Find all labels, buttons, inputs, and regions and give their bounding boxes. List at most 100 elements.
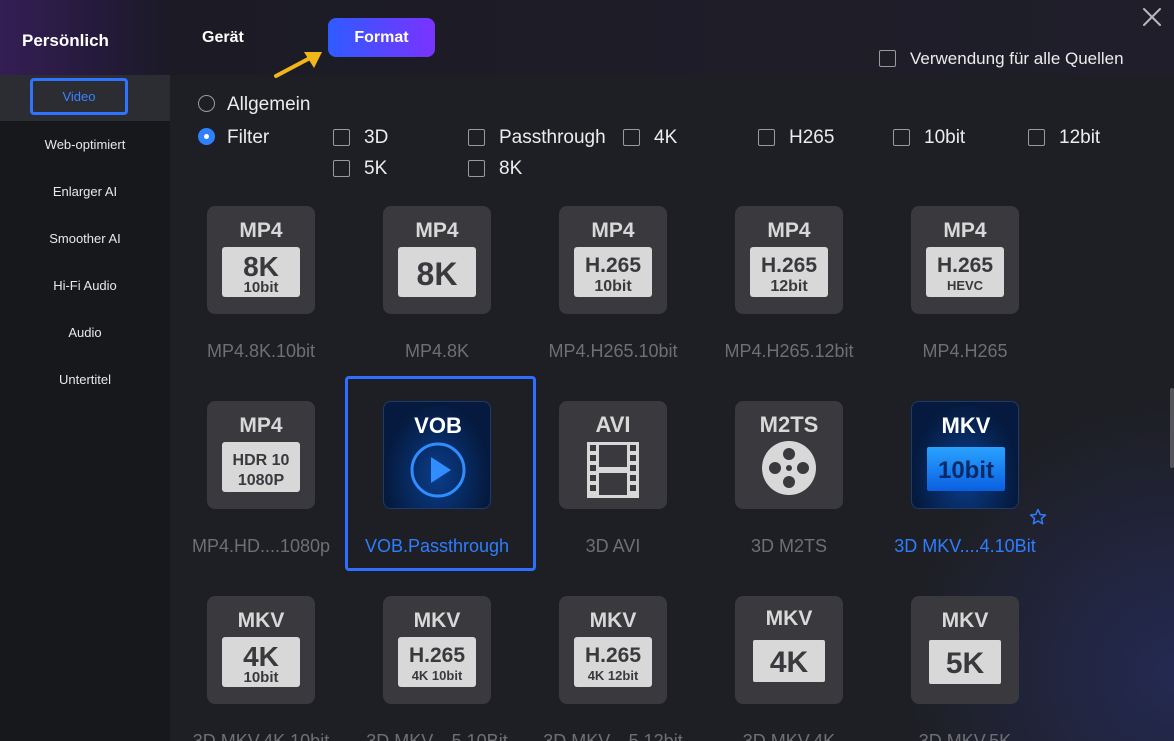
- checkbox-box: [758, 129, 775, 146]
- sidebar-item-video[interactable]: Video: [0, 75, 170, 121]
- format-icon-mp4-8k[interactable]: MP4 8K: [383, 206, 491, 314]
- format-main-text: 4K: [243, 641, 279, 672]
- radio-general-label: Allgemein: [227, 94, 311, 115]
- format-label[interactable]: VOB.Passthrough: [349, 536, 525, 557]
- filter-h265[interactable]: H265: [758, 127, 834, 149]
- format-main-text: H.265: [585, 644, 641, 667]
- format-sub-text: 10bit: [243, 669, 278, 686]
- radio-general[interactable]: Allgemein: [198, 94, 310, 116]
- scrollbar-thumb[interactable]: [1170, 388, 1174, 468]
- format-sub-text: 1080P: [238, 472, 285, 489]
- format-icon-avi[interactable]: AVI: [559, 401, 667, 509]
- format-icon-mp4-hdr10-1080p[interactable]: MP4 HDR 10 1080P: [207, 401, 315, 509]
- format-sub-text: 4K 12bit: [588, 668, 639, 683]
- sidebar-item-subtitles[interactable]: Untertitel: [0, 365, 170, 395]
- filter-label: 4K: [654, 127, 678, 148]
- play-icon: [431, 457, 451, 483]
- format-label[interactable]: 3D MKV.5K: [877, 731, 1053, 741]
- filter-12bit[interactable]: 12bit: [1028, 127, 1100, 149]
- filter-label: 10bit: [924, 127, 966, 148]
- format-label[interactable]: MP4.H265: [877, 341, 1053, 362]
- apply-all-label: Verwendung für alle Quellen: [910, 49, 1124, 68]
- format-type-text: VOB: [414, 413, 462, 438]
- checkbox-box: [893, 129, 910, 146]
- format-icon-mkv-10bit[interactable]: MKV 10bit: [911, 401, 1019, 509]
- format-icon-mp4-h265-12bit[interactable]: MP4 H.265 12bit: [735, 206, 843, 314]
- format-main-text: H.265: [409, 644, 465, 667]
- format-label[interactable]: MP4.H265.12bit: [701, 341, 877, 362]
- format-type-text: MKV: [766, 607, 813, 630]
- radio-filter[interactable]: Filter: [198, 127, 269, 149]
- sidebar-item-web-optimized[interactable]: Web-optimiert: [0, 130, 170, 160]
- format-label[interactable]: MP4.H265.10bit: [525, 341, 701, 362]
- format-label[interactable]: MP4.8K.10bit: [173, 341, 349, 362]
- format-main-text: HDR 10: [233, 452, 290, 469]
- filter-passthrough[interactable]: Passthrough: [468, 127, 606, 149]
- filter-label: 12bit: [1059, 127, 1101, 148]
- favorite-star-icon[interactable]: [1029, 508, 1047, 526]
- format-icon-mp4-h265-hevc[interactable]: MP4 H.265 HEVC: [911, 206, 1019, 314]
- format-icon-vob[interactable]: VOB: [383, 401, 491, 509]
- sidebar-item-hifi-audio[interactable]: Hi-Fi Audio: [0, 271, 170, 301]
- format-icon-mkv-h265-4k-10bit[interactable]: MKV H.265 4K 10bit: [383, 596, 491, 704]
- format-sub-text: HEVC: [947, 278, 984, 293]
- sidebar: Persönlich Video Web-optimiert Enlarger …: [0, 0, 170, 741]
- format-type-text: MP4: [239, 414, 283, 437]
- format-type-text: MP4: [943, 219, 987, 242]
- sidebar-item-audio[interactable]: Audio: [0, 318, 170, 348]
- sidebar-item-enlarger-ai[interactable]: Enlarger AI: [0, 177, 170, 207]
- format-icon-mp4-h265-10bit[interactable]: MP4 H.265 10bit: [559, 206, 667, 314]
- format-label[interactable]: 3D MKV....5.10Bit: [349, 731, 525, 741]
- format-icon-mkv-4k-10bit[interactable]: MKV 4K 10bit: [207, 596, 315, 704]
- format-label[interactable]: 3D MKV.4K.10bit: [173, 731, 349, 741]
- tab-format[interactable]: Format: [328, 18, 435, 57]
- format-icon-m2ts[interactable]: M2TS: [735, 401, 843, 509]
- filter-10bit[interactable]: 10bit: [893, 127, 965, 149]
- format-label[interactable]: 3D MKV....5.12bit: [525, 731, 701, 741]
- format-label[interactable]: MP4.8K: [349, 341, 525, 362]
- format-sub-text: 10bit: [243, 279, 278, 296]
- format-type-text: MKV: [942, 413, 991, 438]
- tab-device[interactable]: Gerät: [202, 29, 244, 47]
- close-icon[interactable]: [1141, 6, 1163, 28]
- checkbox-box: [468, 160, 485, 177]
- format-icon-mkv-5k[interactable]: MKV 5K: [911, 596, 1019, 704]
- filter-8k[interactable]: 8K: [468, 158, 522, 180]
- format-main-text: 10bit: [938, 457, 994, 484]
- sidebar-item-smoother-ai[interactable]: Smoother AI: [0, 224, 170, 254]
- format-main-text: 8K: [417, 256, 458, 292]
- format-sub-text: 12bit: [770, 278, 808, 295]
- format-type-text: MP4: [415, 219, 459, 242]
- checkbox-box: [468, 129, 485, 146]
- format-label[interactable]: 3D MKV....4.10Bit: [877, 536, 1053, 557]
- format-type-text: MKV: [238, 609, 285, 632]
- sidebar-title: Persönlich: [22, 31, 109, 50]
- format-type-text: MKV: [942, 609, 989, 632]
- arrow-pointer-icon: [274, 52, 322, 78]
- checkbox-box: [623, 129, 640, 146]
- apply-all-sources-checkbox[interactable]: Verwendung für alle Quellen: [879, 49, 1124, 69]
- sidebar-item-label: Video: [30, 78, 128, 115]
- format-icon-mkv-h265-4k-12bit[interactable]: MKV H.265 4K 12bit: [559, 596, 667, 704]
- filter-3d[interactable]: 3D: [333, 127, 388, 149]
- sidebar-header: Persönlich: [0, 0, 170, 75]
- checkbox-box: [333, 160, 350, 177]
- filter-label: 5K: [364, 158, 388, 179]
- format-label[interactable]: 3D AVI: [525, 536, 701, 557]
- format-sub-text: 4K 10bit: [412, 668, 463, 683]
- format-icon-mkv-4k[interactable]: MKV 4K: [735, 596, 843, 704]
- format-type-text: MP4: [767, 219, 811, 242]
- format-label[interactable]: 3D MKV.4K: [701, 731, 877, 741]
- format-icon-mp4-8k-10bit[interactable]: MP4 8K 10bit: [207, 206, 315, 314]
- format-type-text: MP4: [239, 219, 283, 242]
- format-main-text: 5K: [946, 647, 985, 680]
- format-label[interactable]: MP4.HD....1080p: [173, 536, 349, 557]
- format-main-text: H.265: [937, 254, 993, 277]
- checkbox-box: [879, 50, 896, 67]
- format-label[interactable]: 3D M2TS: [701, 536, 877, 557]
- format-main-text: 8K: [243, 251, 279, 282]
- radio-button: [198, 95, 215, 112]
- filter-4k[interactable]: 4K: [623, 127, 677, 149]
- filter-label: 8K: [499, 158, 523, 179]
- filter-5k[interactable]: 5K: [333, 158, 387, 180]
